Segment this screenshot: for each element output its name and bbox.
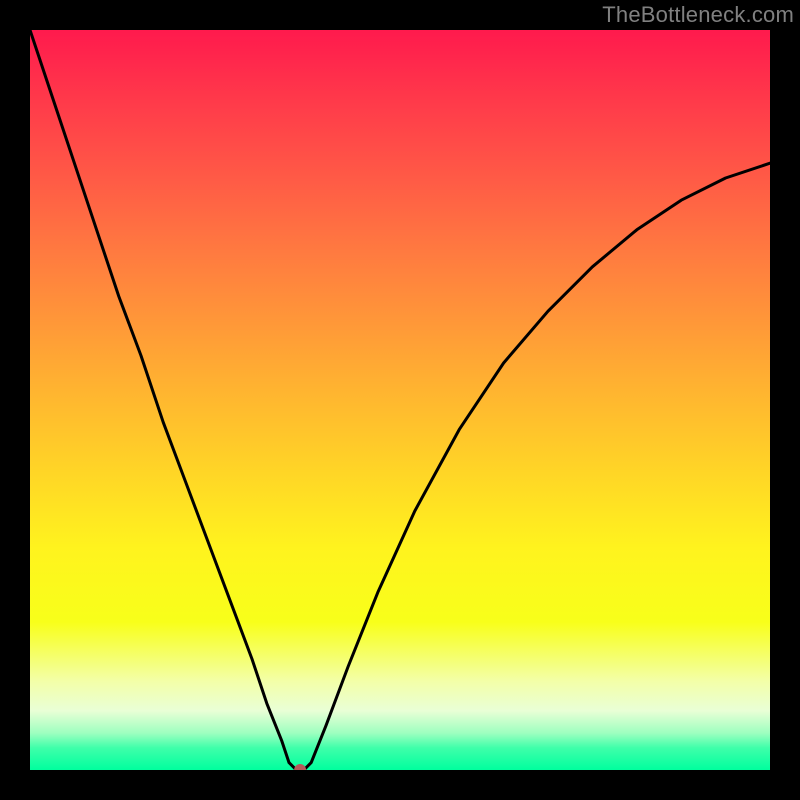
minimum-dot (294, 764, 306, 770)
chart-frame: TheBottleneck.com (0, 0, 800, 800)
watermark-text: TheBottleneck.com (602, 2, 794, 28)
plot-area (30, 30, 770, 770)
bottleneck-curve (30, 30, 770, 770)
curve-svg (30, 30, 770, 770)
